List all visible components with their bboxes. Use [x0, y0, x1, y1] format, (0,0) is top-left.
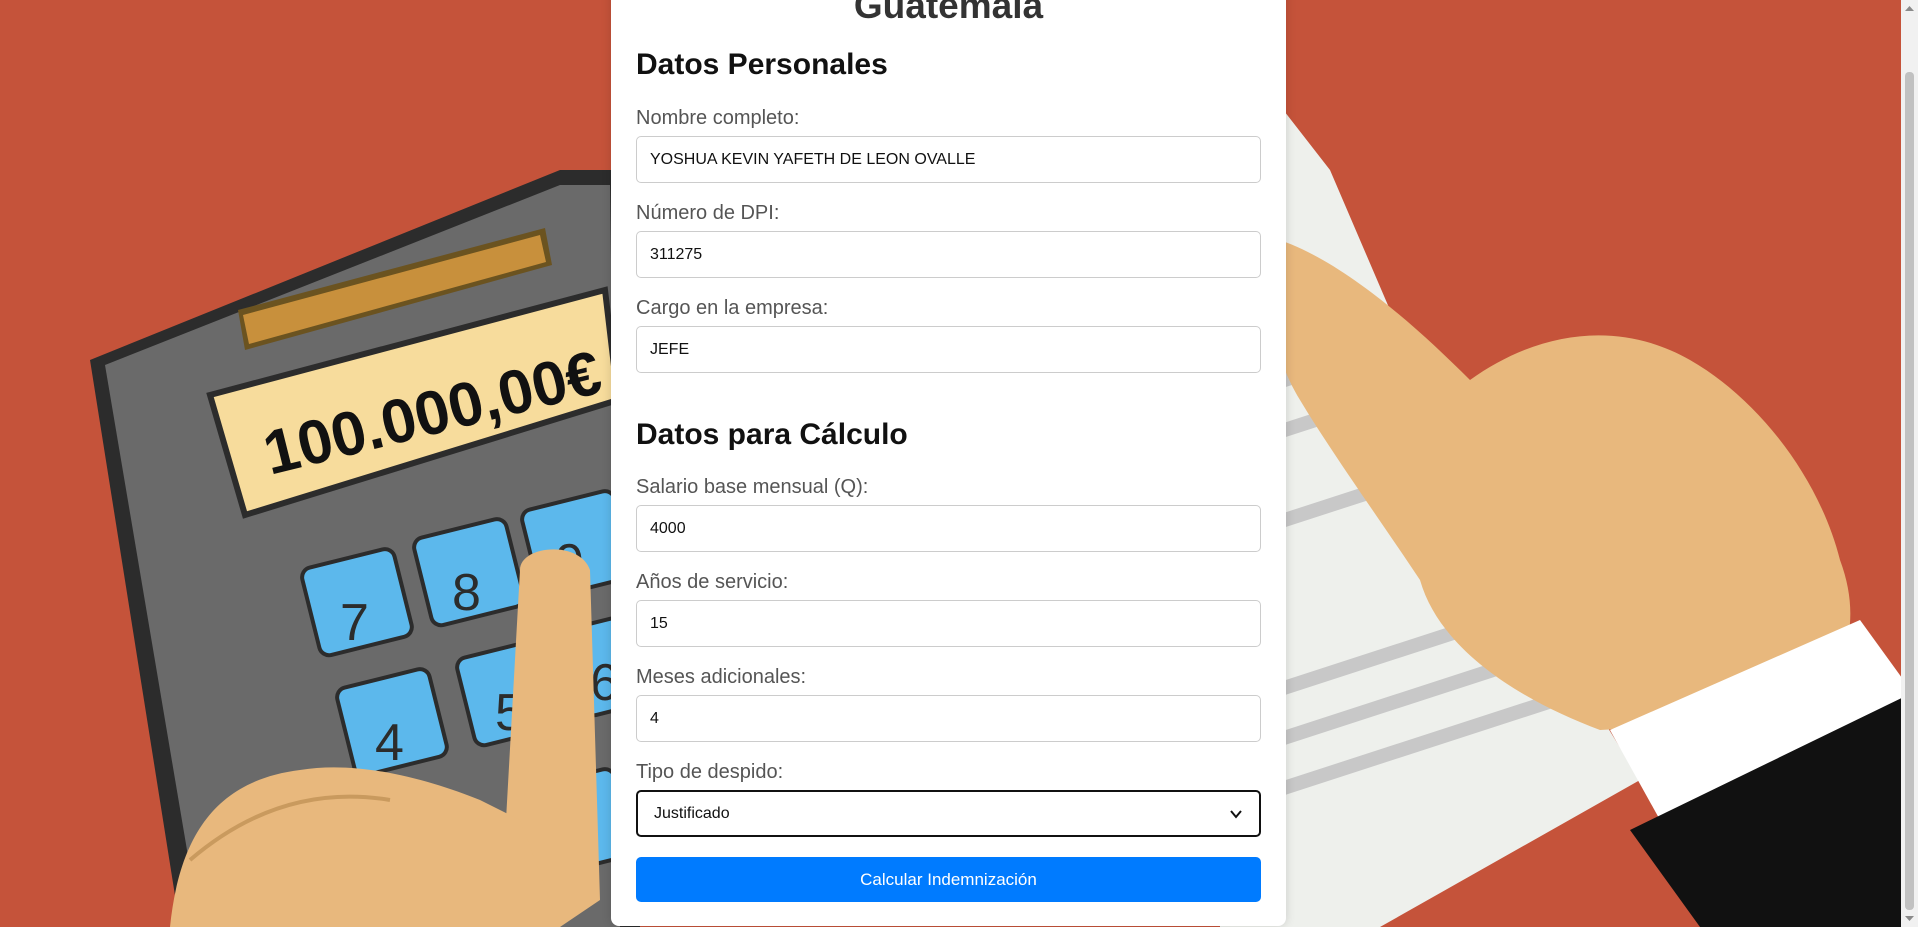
dismissal-type-select[interactable]: Justificado [636, 790, 1261, 837]
position-input[interactable] [636, 326, 1261, 373]
full-name-input[interactable] [636, 136, 1261, 183]
dpi-input[interactable] [636, 231, 1261, 278]
calc-key-4: 4 [375, 714, 404, 772]
months-input[interactable] [636, 695, 1261, 742]
salary-input[interactable] [636, 505, 1261, 552]
page-title: Guatemala [853, 0, 1044, 26]
dismissal-type-value: Justificado [654, 804, 730, 822]
form-card: Guatemala Datos Personales Nombre comple… [611, 0, 1286, 926]
salary-label: Salario base mensual (Q): [636, 476, 869, 498]
position-label: Cargo en la empresa: [636, 297, 829, 319]
scrollbar-thumb[interactable] [1905, 72, 1914, 910]
calculate-button[interactable]: Calcular Indemnización [636, 857, 1261, 902]
chevron-down-icon [1230, 809, 1242, 819]
scroll-up-arrow-icon[interactable] [1905, 4, 1914, 13]
personal-data-heading: Datos Personales [636, 48, 888, 81]
name-label: Nombre completo: [636, 107, 800, 129]
calc-key-7: 7 [340, 594, 369, 652]
calc-key-8: 8 [452, 564, 481, 622]
years-input[interactable] [636, 600, 1261, 647]
scroll-down-arrow-icon[interactable] [1905, 914, 1914, 923]
dismissal-label: Tipo de despido: [636, 761, 784, 783]
years-label: Años de servicio: [636, 571, 789, 593]
scrollbar[interactable] [1901, 0, 1918, 927]
months-label: Meses adicionales: [636, 666, 807, 688]
dpi-label: Número de DPI: [636, 202, 780, 224]
calc-data-heading: Datos para Cálculo [636, 418, 908, 451]
